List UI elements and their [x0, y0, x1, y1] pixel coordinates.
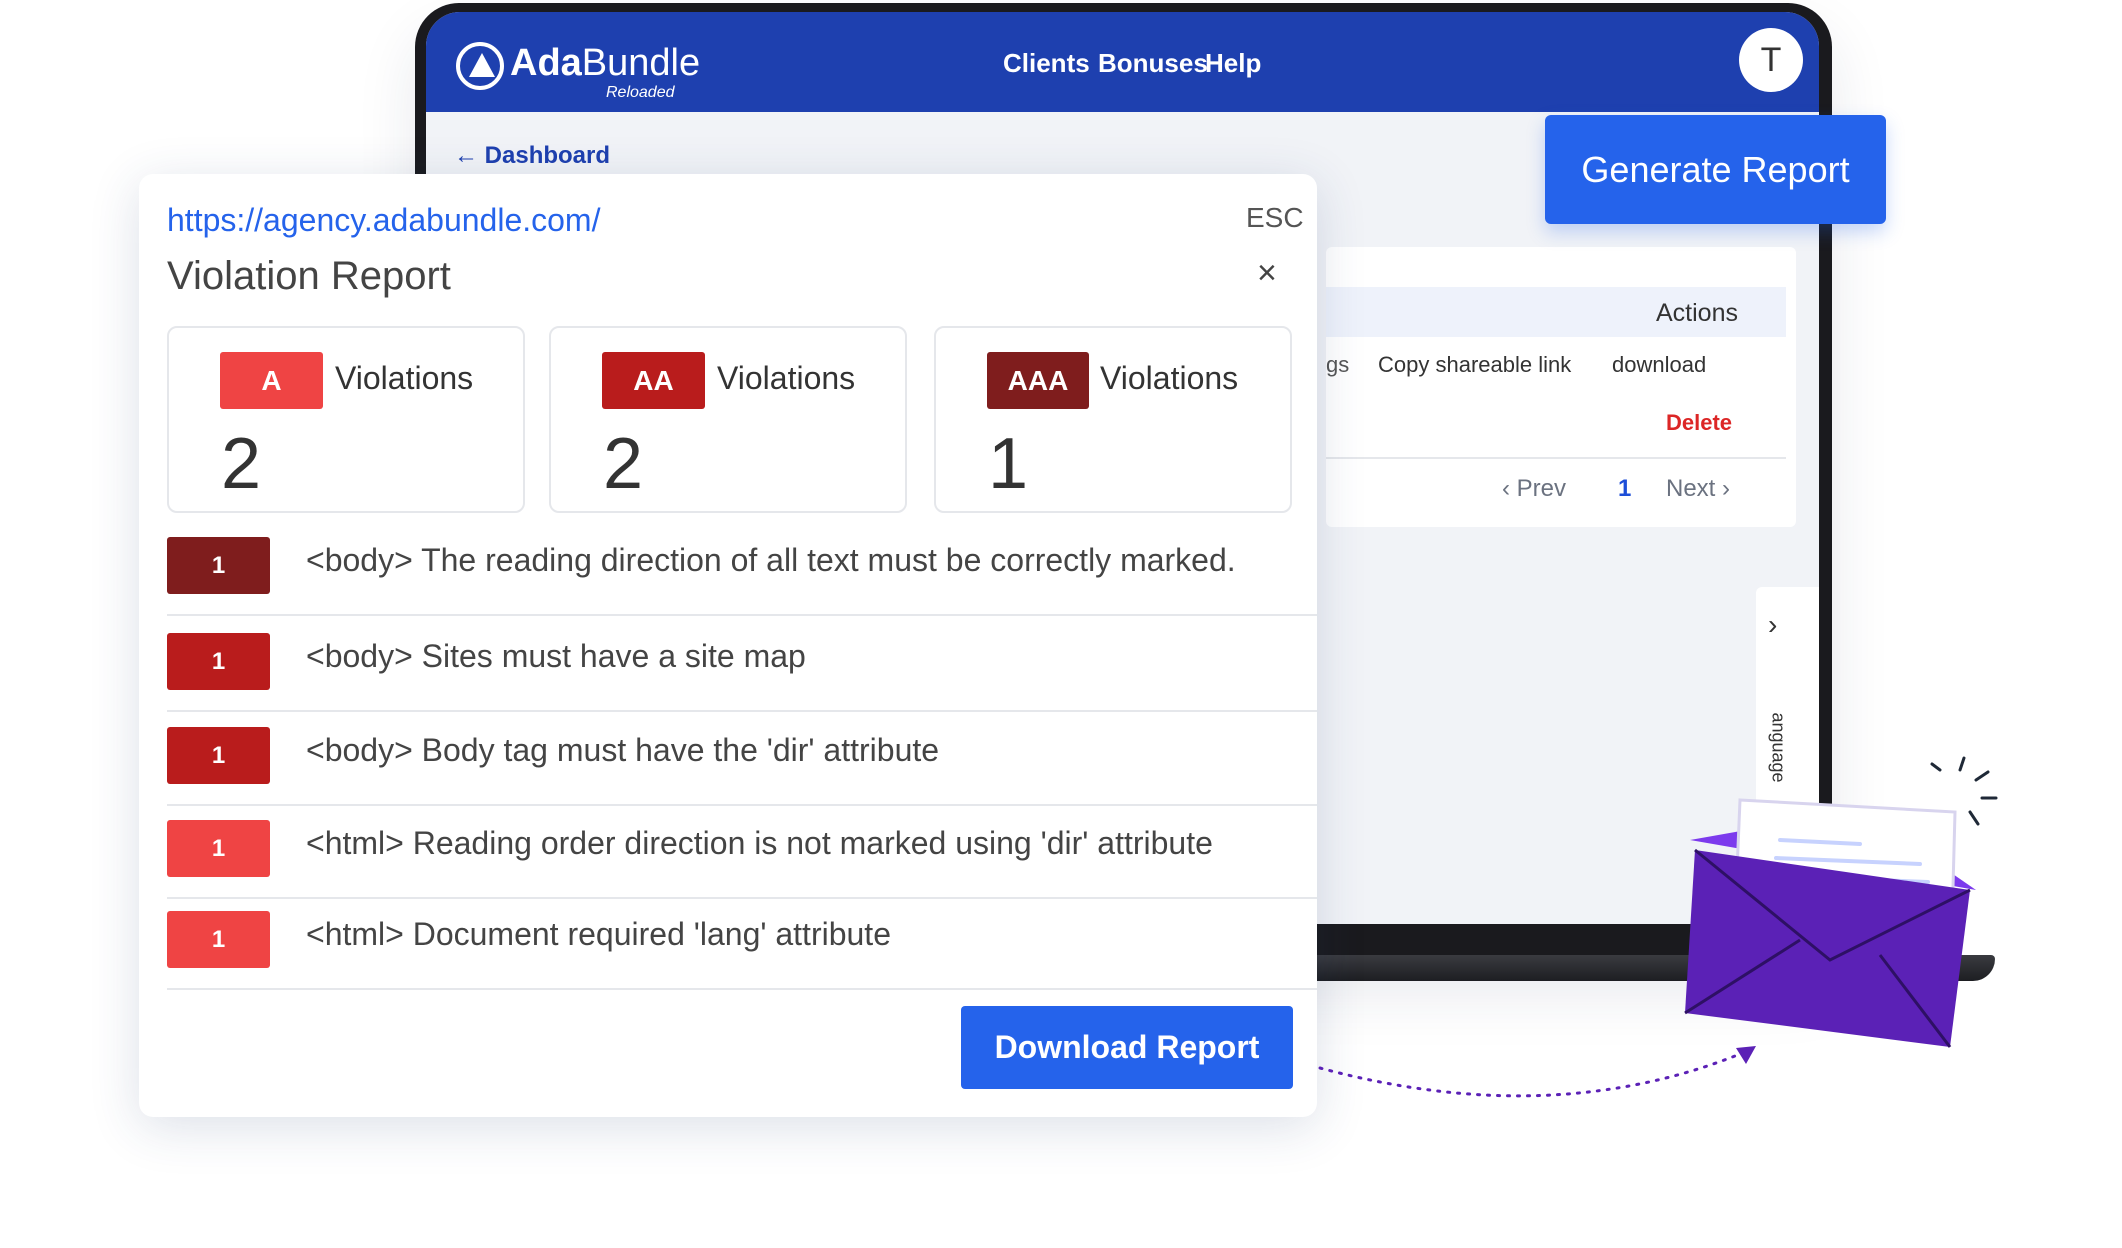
level-aa-badge: AA [602, 352, 705, 409]
delete-link[interactable]: Delete [1666, 410, 1732, 436]
chevron-right-icon[interactable]: › [1768, 609, 1777, 641]
stat-count: 2 [603, 424, 644, 504]
stat-label: Violations [335, 360, 474, 396]
modal-title: Violation Report [167, 254, 451, 298]
stat-label: Violations [717, 360, 856, 396]
site-url-link[interactable]: https://agency.adabundle.com/ [167, 202, 600, 239]
truncated-action-text[interactable]: gs [1326, 352, 1349, 378]
stat-card-aa: AA Violations 2 [549, 326, 907, 513]
logo-subtitle: Reloaded [606, 84, 675, 101]
violation-text: <body> Sites must have a site map [306, 638, 806, 674]
violation-count-badge: 1 [167, 633, 270, 690]
dotted-arrow-path [1318, 1052, 1742, 1098]
violation-row[interactable]: 1 <body> Body tag must have the 'dir' at… [167, 712, 1317, 806]
nav-help[interactable]: Help [1205, 48, 1261, 79]
stat-card-a: A Violations 2 [167, 326, 525, 513]
nav-clients[interactable]: Clients [1003, 48, 1090, 79]
table-divider [1326, 457, 1786, 459]
violation-count-badge: 1 [167, 537, 270, 594]
stat-count: 1 [988, 424, 1029, 504]
arrow-head-icon [1736, 1046, 1756, 1064]
violation-report-modal: https://agency.adabundle.com/ ESC Violat… [139, 174, 1317, 1117]
top-navbar: AdaBundle Reloaded Clients Bonuses Help … [426, 12, 1819, 112]
violation-text: <html> Document required 'lang' attribut… [306, 916, 891, 952]
stat-card-aaa: AAA Violations 1 [934, 326, 1292, 513]
reports-table-card: Actions gs Copy shareable link download … [1326, 247, 1796, 527]
pager-prev[interactable]: ‹ Prev [1502, 475, 1566, 503]
level-aaa-badge: AAA [987, 352, 1089, 409]
download-link[interactable]: download [1612, 352, 1706, 378]
violation-row[interactable]: 1 <html> Document required 'lang' attrib… [167, 896, 1317, 990]
back-to-dashboard-link[interactable]: ← Dashboard [454, 142, 610, 170]
copy-shareable-link[interactable]: Copy shareable link [1378, 352, 1571, 378]
download-report-button[interactable]: Download Report [961, 1006, 1293, 1089]
violation-row[interactable]: 1 <body> Sites must have a site map [167, 618, 1317, 712]
stat-count: 2 [221, 424, 262, 504]
esc-hint: ESC [1246, 202, 1304, 233]
logo-text: AdaBundle [510, 42, 701, 84]
violation-text: <html> Reading order direction is not ma… [306, 825, 1213, 861]
nav-bonuses[interactable]: Bonuses [1098, 48, 1208, 79]
envelope-illustration [1318, 756, 1998, 1098]
pager-next[interactable]: Next › [1666, 475, 1730, 503]
violation-count-badge: 1 [167, 911, 270, 968]
pager-page-1[interactable]: 1 [1618, 475, 1631, 503]
stat-label: Violations [1100, 360, 1239, 396]
violation-row[interactable]: 1 <html> Reading order direction is not … [167, 805, 1317, 899]
actions-column-header: Actions [1656, 299, 1738, 327]
logo-icon [456, 42, 504, 90]
user-avatar[interactable]: T [1739, 28, 1803, 92]
envelope-icon [1684, 756, 1998, 1048]
violation-text: <body> The reading direction of all text… [306, 542, 1236, 578]
generate-report-button[interactable]: Generate Report [1545, 115, 1886, 224]
level-a-badge: A [220, 352, 323, 409]
violation-count-badge: 1 [167, 820, 270, 877]
close-icon[interactable]: × [1257, 254, 1277, 293]
violation-text: <body> Body tag must have the 'dir' attr… [306, 732, 940, 768]
violation-count-badge: 1 [167, 727, 270, 784]
violation-row[interactable]: 1 <body> The reading direction of all te… [167, 522, 1317, 616]
